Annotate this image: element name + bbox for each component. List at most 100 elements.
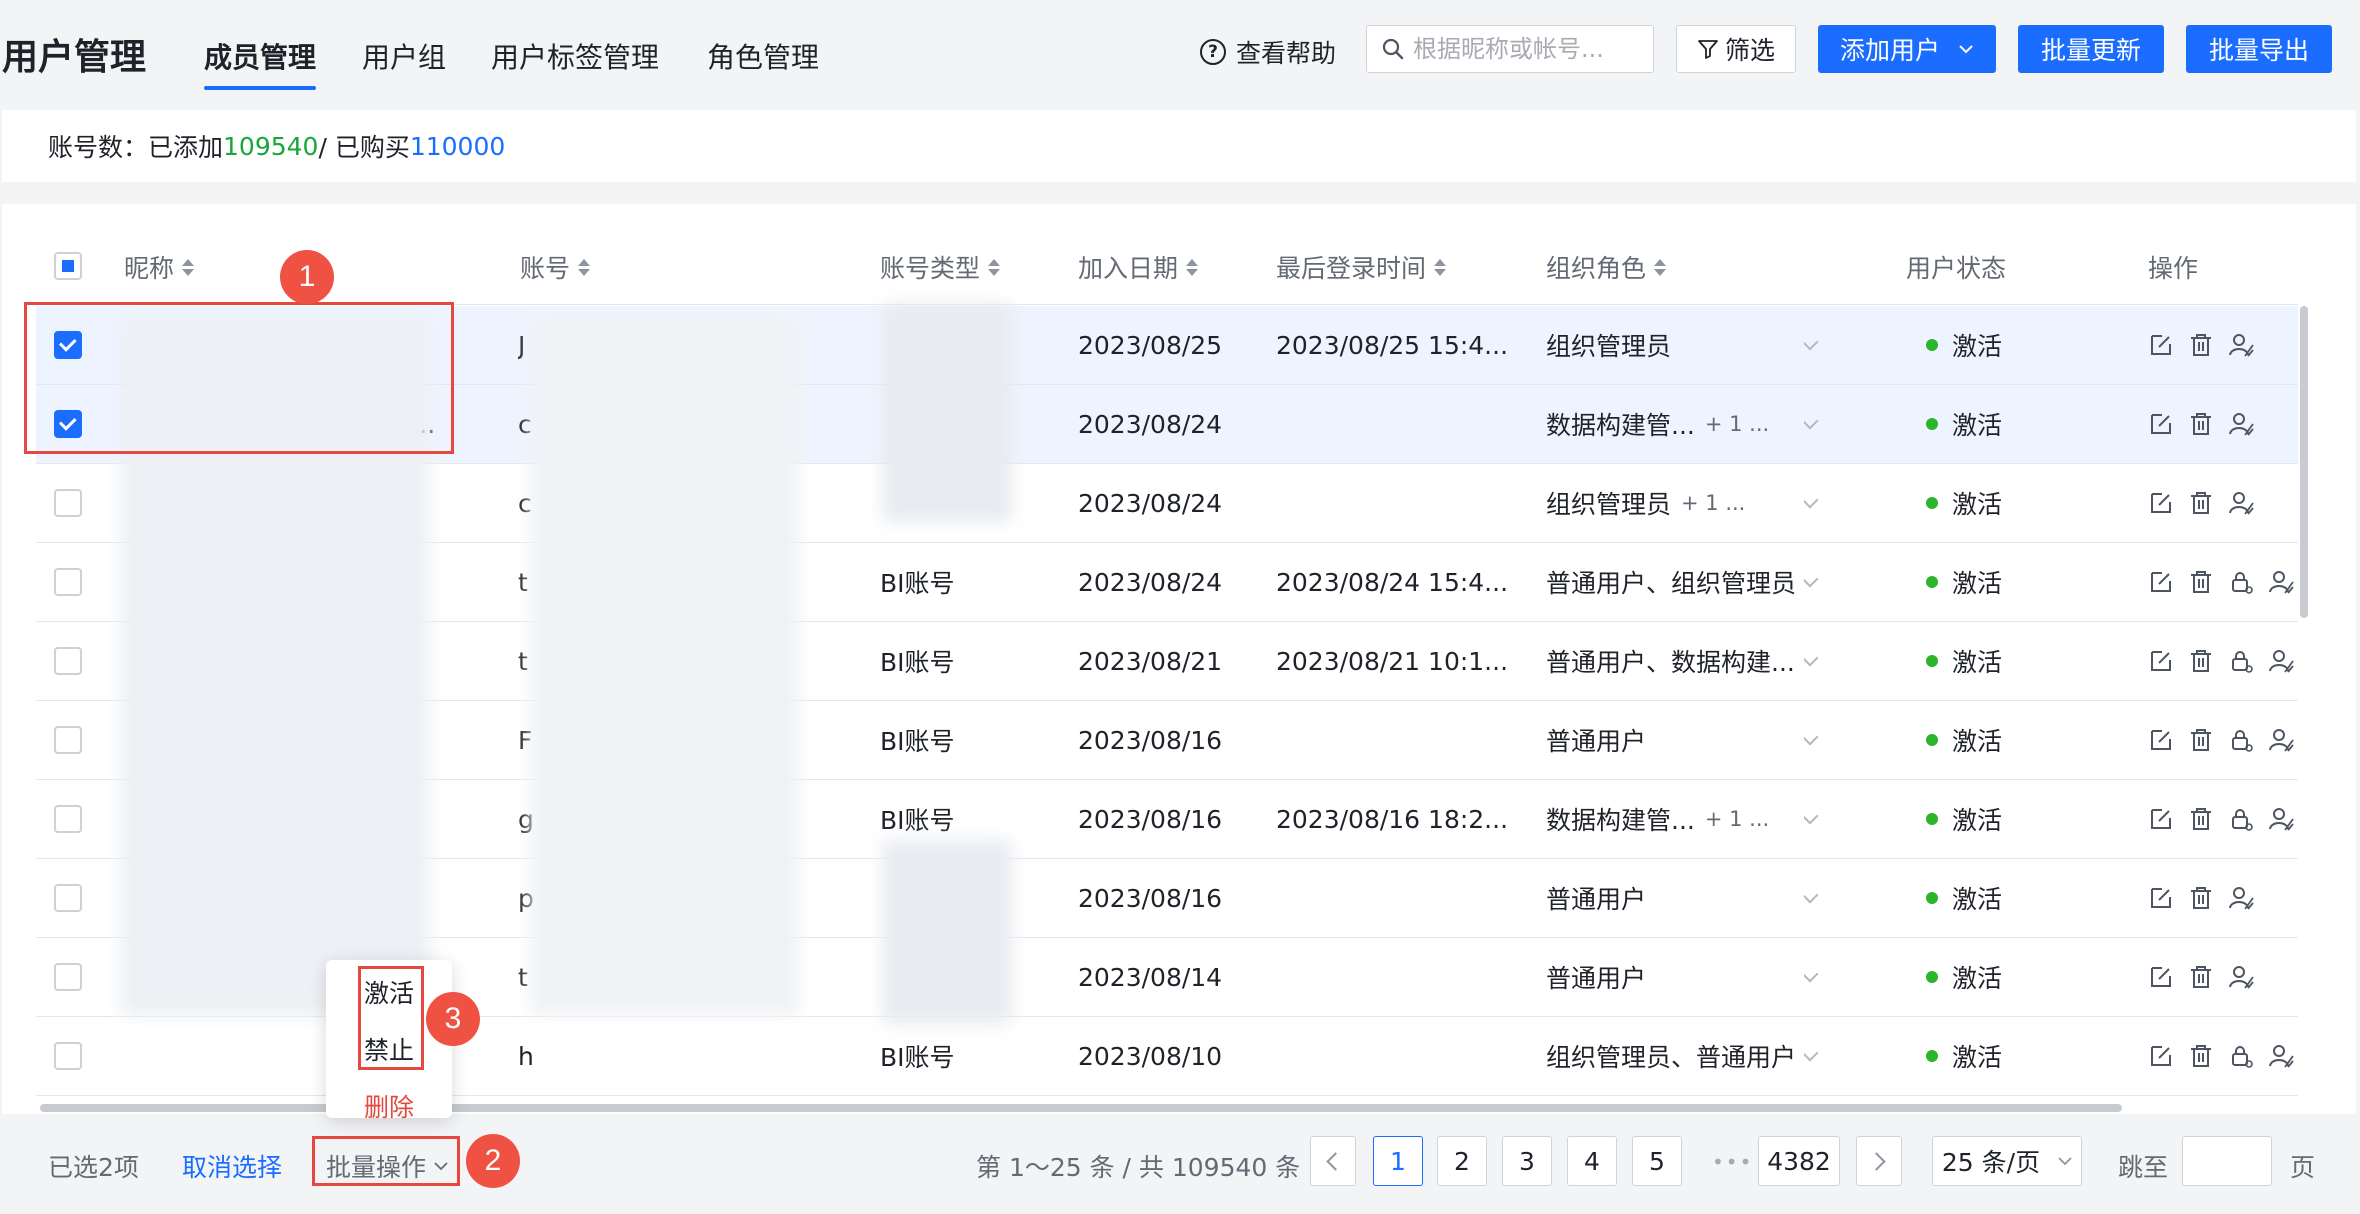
- batch-export-button[interactable]: 批量导出: [2186, 25, 2332, 73]
- row-checkbox[interactable]: [54, 963, 82, 991]
- jump-page-input[interactable]: [2182, 1136, 2272, 1186]
- delete-icon[interactable]: [2188, 964, 2214, 990]
- sort-icon[interactable]: [988, 258, 1001, 276]
- edit-icon[interactable]: [2148, 648, 2174, 674]
- search-input[interactable]: [1413, 35, 1643, 63]
- org-role-select[interactable]: 组织管理员: [1546, 306, 1846, 384]
- tab-user-tags[interactable]: 用户标签管理: [491, 36, 659, 76]
- delete-icon[interactable]: [2188, 648, 2214, 674]
- delete-icon[interactable]: [2188, 806, 2214, 832]
- next-page-button[interactable]: [1856, 1136, 1902, 1186]
- lock-reset-icon[interactable]: [2228, 648, 2254, 674]
- chevron-down-icon[interactable]: [1804, 780, 1824, 858]
- user-disable-icon[interactable]: [2268, 648, 2294, 674]
- lock-reset-icon[interactable]: [2228, 569, 2254, 595]
- row-checkbox[interactable]: [54, 1042, 82, 1070]
- lock-reset-icon[interactable]: [2228, 806, 2254, 832]
- user-disable-icon[interactable]: [2268, 727, 2294, 753]
- page-4-button[interactable]: 4: [1567, 1136, 1617, 1186]
- help-link[interactable]: ? 查看帮助: [1200, 34, 1336, 70]
- chevron-down-icon[interactable]: [1804, 701, 1824, 779]
- row-checkbox[interactable]: [54, 489, 82, 517]
- sort-icon[interactable]: [1654, 258, 1667, 276]
- edit-icon[interactable]: [2148, 964, 2174, 990]
- lock-reset-icon[interactable]: [2228, 1043, 2254, 1069]
- edit-icon[interactable]: [2148, 490, 2174, 516]
- chevron-down-icon[interactable]: [1804, 1017, 1824, 1095]
- header-nickname[interactable]: 昵称: [124, 249, 195, 285]
- row-checkbox[interactable]: [54, 884, 82, 912]
- org-role-select[interactable]: 数据构建管... + 1 ...: [1546, 385, 1846, 463]
- user-disable-icon[interactable]: [2228, 332, 2254, 358]
- edit-icon[interactable]: [2148, 727, 2174, 753]
- edit-icon[interactable]: [2148, 1043, 2174, 1069]
- page-2-button[interactable]: 2: [1437, 1136, 1487, 1186]
- edit-icon[interactable]: [2148, 885, 2174, 911]
- page-3-button[interactable]: 3: [1502, 1136, 1552, 1186]
- search-box[interactable]: [1366, 25, 1654, 73]
- user-disable-icon[interactable]: [2228, 964, 2254, 990]
- org-role-select[interactable]: 普通用户: [1546, 938, 1846, 1016]
- page-1-button[interactable]: 1: [1373, 1136, 1423, 1186]
- org-role-select[interactable]: 普通用户: [1546, 701, 1846, 779]
- org-role-select[interactable]: 数据构建管... + 1 ...: [1546, 780, 1846, 858]
- chevron-down-icon[interactable]: [1804, 306, 1824, 384]
- user-disable-icon[interactable]: [2228, 885, 2254, 911]
- delete-icon[interactable]: [2188, 1043, 2214, 1069]
- org-role-select[interactable]: 组织管理员 + 1 ...: [1546, 464, 1846, 542]
- lock-reset-icon[interactable]: [2228, 727, 2254, 753]
- user-disable-icon[interactable]: [2228, 490, 2254, 516]
- edit-icon[interactable]: [2148, 569, 2174, 595]
- user-disable-icon[interactable]: [2268, 569, 2294, 595]
- header-account-type[interactable]: 账号类型: [880, 249, 1001, 285]
- row-checkbox[interactable]: [54, 726, 82, 754]
- select-all-checkbox[interactable]: [54, 252, 82, 280]
- tab-member-management[interactable]: 成员管理: [204, 36, 317, 90]
- delete-icon[interactable]: [2188, 727, 2214, 753]
- chevron-down-icon[interactable]: [1804, 385, 1824, 463]
- user-disable-icon[interactable]: [2228, 411, 2254, 437]
- cancel-selection-link[interactable]: 取消选择: [182, 1148, 282, 1184]
- batch-update-button[interactable]: 批量更新: [2018, 25, 2164, 73]
- header-join-date[interactable]: 加入日期: [1078, 249, 1199, 285]
- row-checkbox[interactable]: [54, 805, 82, 833]
- delete-icon[interactable]: [2188, 569, 2214, 595]
- sort-icon[interactable]: [182, 258, 195, 276]
- chevron-down-icon[interactable]: [1804, 938, 1824, 1016]
- delete-icon[interactable]: [2188, 411, 2214, 437]
- filter-button[interactable]: 筛选: [1676, 25, 1796, 73]
- chevron-down-icon[interactable]: [1804, 464, 1824, 542]
- header-org-role[interactable]: 组织角色: [1546, 249, 1667, 285]
- row-checkbox[interactable]: [54, 568, 82, 596]
- delete-icon[interactable]: [2188, 332, 2214, 358]
- page-size-select[interactable]: 25 条/页: [1932, 1136, 2082, 1186]
- last-page-button[interactable]: 4382: [1758, 1136, 1840, 1186]
- user-disable-icon[interactable]: [2268, 1043, 2294, 1069]
- tab-role-management[interactable]: 角色管理: [707, 36, 819, 76]
- edit-icon[interactable]: [2148, 411, 2174, 437]
- edit-icon[interactable]: [2148, 332, 2174, 358]
- prev-page-button[interactable]: [1310, 1136, 1356, 1186]
- org-role-select[interactable]: 普通用户、组织管理员: [1546, 543, 1846, 621]
- header-last-login[interactable]: 最后登录时间: [1276, 249, 1447, 285]
- delete-icon[interactable]: [2188, 490, 2214, 516]
- add-user-button[interactable]: 添加用户: [1818, 25, 1996, 73]
- user-disable-icon[interactable]: [2268, 806, 2294, 832]
- sort-icon[interactable]: [1434, 258, 1447, 276]
- header-account[interactable]: 账号: [520, 249, 591, 285]
- org-role-select[interactable]: 普通用户、数据构建...: [1546, 622, 1846, 700]
- chevron-down-icon[interactable]: [1804, 622, 1824, 700]
- sort-icon[interactable]: [1186, 258, 1199, 276]
- chevron-down-icon[interactable]: [1804, 543, 1824, 621]
- tab-user-groups[interactable]: 用户组: [362, 36, 446, 76]
- org-role-select[interactable]: 组织管理员、普通用户: [1546, 1017, 1846, 1095]
- chevron-down-icon[interactable]: [1804, 859, 1824, 937]
- row-checkbox[interactable]: [54, 647, 82, 675]
- delete-icon[interactable]: [2188, 885, 2214, 911]
- more-pages-ellipsis[interactable]: •••: [1712, 1150, 1753, 1174]
- edit-icon[interactable]: [2148, 806, 2174, 832]
- vertical-scrollbar[interactable]: [2300, 306, 2308, 618]
- page-5-button[interactable]: 5: [1632, 1136, 1682, 1186]
- sort-icon[interactable]: [578, 258, 591, 276]
- menu-item-delete[interactable]: 删除: [326, 1088, 452, 1124]
